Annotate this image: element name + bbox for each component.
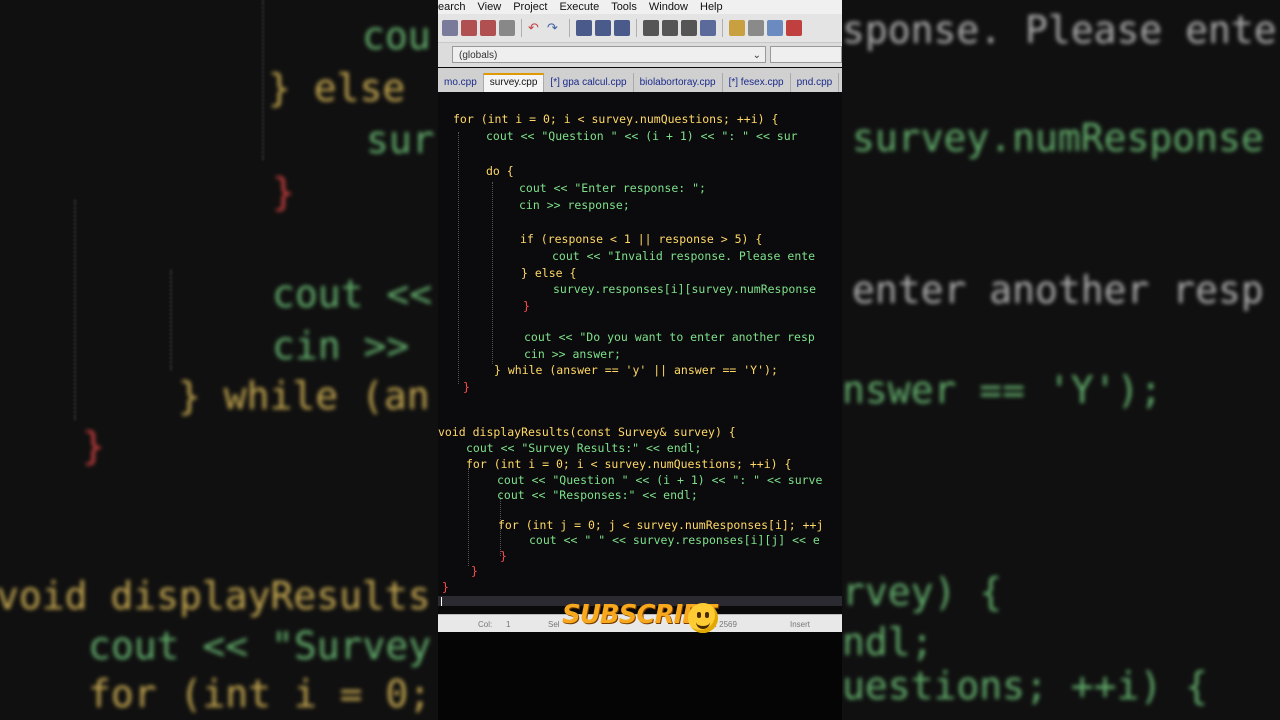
- code-line: cout << "Survey Results:" << endl;: [466, 441, 702, 455]
- scope-bar: (globals) ⌄: [438, 43, 842, 67]
- bg-indent-guide: [170, 270, 172, 370]
- code-line: cin >> response;: [519, 198, 630, 212]
- bookmark-icon[interactable]: [700, 20, 716, 36]
- code-line: cout << "Question " << (i + 1) << ": " <…: [497, 473, 823, 487]
- code-line: } else {: [521, 266, 577, 280]
- replace-icon[interactable]: [595, 20, 611, 36]
- code-line: if (response < 1 || response > 5) {: [520, 232, 763, 246]
- bg-code-line: enter another resp: [852, 268, 1264, 312]
- smiley-emoji-icon: [688, 603, 718, 633]
- bg-code-line: nswer == 'Y');: [842, 368, 1163, 412]
- find-icon[interactable]: [576, 20, 592, 36]
- indent-guide: [458, 132, 459, 384]
- menu-execute[interactable]: Execute: [559, 1, 599, 13]
- close-file-icon[interactable]: [461, 20, 477, 36]
- bg-code-line: void displayResults: [0, 574, 431, 618]
- toolbar-divider: [636, 19, 637, 37]
- bg-code-line: cin >>: [272, 324, 410, 368]
- code-line: for (int i = 0; i < survey.numQuestions;…: [466, 457, 792, 471]
- unindent-icon[interactable]: [662, 20, 678, 36]
- scope-value: (globals): [459, 50, 498, 61]
- indent-icon[interactable]: [643, 20, 659, 36]
- scope-dropdown[interactable]: (globals) ⌄: [452, 46, 766, 63]
- code-line: }: [442, 580, 449, 594]
- code-line: cout << "Invalid response. Please ente: [552, 249, 816, 263]
- code-line: for (int i = 0; i < survey.numQuestions;…: [453, 112, 779, 126]
- code-line: cout << "Do you want to enter another re…: [524, 330, 815, 344]
- code-line: } while (answer == 'y' || answer == 'Y')…: [494, 363, 778, 377]
- file-tabs: mo.cpp survey.cpp [*] gpa calcul.cpp bio…: [438, 68, 842, 92]
- tab-survey[interactable]: survey.cpp: [483, 73, 545, 92]
- bg-code-line: sponse. Please ente: [842, 8, 1277, 52]
- status-mode: Insert: [790, 620, 811, 629]
- status-col-label: Col:: [478, 620, 493, 629]
- bg-code-line: }: [272, 170, 295, 214]
- code-line: cout << "Question " << (i + 1) << ": " <…: [486, 129, 798, 143]
- indent-guide: [468, 468, 469, 566]
- bg-code-line: survey.numResponse: [852, 116, 1264, 160]
- indent-guide: [492, 182, 493, 364]
- rebuild-icon[interactable]: [786, 20, 802, 36]
- bg-code-line: cout <<: [272, 272, 433, 316]
- tab-biolabortoray[interactable]: biolabortoray.cpp: [634, 73, 723, 92]
- symbol-dropdown[interactable]: [770, 46, 842, 63]
- toolbar-divider: [722, 19, 723, 37]
- tab-fesex[interactable]: [*] fesex.cpp: [723, 73, 791, 92]
- status-sel-label: Sel: [548, 620, 560, 629]
- code-line: void displayResults(const Survey& survey…: [438, 425, 736, 439]
- bg-code-line: uestions; ++i) {: [842, 664, 1209, 708]
- bg-code-line: } while (an: [178, 374, 430, 418]
- bg-code-line: for (int i = 0;: [88, 672, 432, 716]
- code-line: cout << " " << survey.responses[i][j] <<…: [529, 533, 820, 547]
- bg-code-line: ndl;: [842, 620, 934, 664]
- status-col-value: 1: [506, 620, 511, 629]
- menu-help[interactable]: Help: [700, 1, 723, 13]
- chevron-down-icon: ⌄: [752, 50, 761, 61]
- menu-bar: earch View Project Execute Tools Window …: [438, 0, 842, 14]
- run-icon[interactable]: [748, 20, 764, 36]
- bg-code-line: }: [82, 424, 105, 468]
- compile-icon[interactable]: [729, 20, 745, 36]
- code-editor[interactable]: for (int i = 0; i < survey.numQuestions;…: [438, 92, 842, 606]
- menu-tools[interactable]: Tools: [611, 1, 637, 13]
- undo-icon[interactable]: ↶: [528, 20, 544, 36]
- close-all-icon[interactable]: [480, 20, 496, 36]
- code-line: }: [463, 380, 470, 394]
- save-icon[interactable]: [442, 20, 458, 36]
- code-line: }: [500, 549, 507, 563]
- code-line: }: [471, 564, 478, 578]
- code-line: cout << "Enter response: ";: [519, 181, 706, 195]
- text-caret: [441, 597, 442, 606]
- bg-code-line: rvey) {: [842, 570, 1003, 614]
- bg-code-line: cout << "Survey: [88, 624, 432, 668]
- bg-indent-guide: [262, 0, 264, 160]
- menu-project[interactable]: Project: [513, 1, 547, 13]
- toolbar-divider: [521, 19, 522, 37]
- menu-search[interactable]: earch: [438, 1, 466, 13]
- bg-code-line: cou: [362, 14, 431, 58]
- toolbar: ↶ ↷: [438, 14, 842, 43]
- menu-window[interactable]: Window: [649, 1, 688, 13]
- code-line: cout << "Responses:" << endl;: [497, 488, 698, 502]
- bg-code-line: sur: [366, 118, 435, 162]
- compile-run-icon[interactable]: [767, 20, 783, 36]
- goto-line-icon[interactable]: [614, 20, 630, 36]
- toggle-comment-icon[interactable]: [681, 20, 697, 36]
- code-line: cin >> answer;: [524, 347, 621, 361]
- code-line: do {: [486, 164, 514, 178]
- redo-icon[interactable]: ↷: [547, 20, 563, 36]
- code-line: }: [523, 299, 530, 313]
- print-icon[interactable]: [499, 20, 515, 36]
- bg-code-line: } else: [268, 66, 406, 110]
- code-line: survey.responses[i][survey.numResponse: [553, 282, 817, 296]
- bg-indent-guide: [74, 200, 76, 420]
- code-line: for (int j = 0; j < survey.numResponses[…: [498, 518, 824, 532]
- toolbar-divider: [569, 19, 570, 37]
- tab-mo[interactable]: mo.cpp: [438, 73, 484, 92]
- tab-pnd[interactable]: pnd.cpp: [791, 73, 840, 92]
- menu-view[interactable]: View: [478, 1, 502, 13]
- tab-gpa-calcul[interactable]: [*] gpa calcul.cpp: [544, 73, 634, 92]
- desk-area: [438, 632, 842, 720]
